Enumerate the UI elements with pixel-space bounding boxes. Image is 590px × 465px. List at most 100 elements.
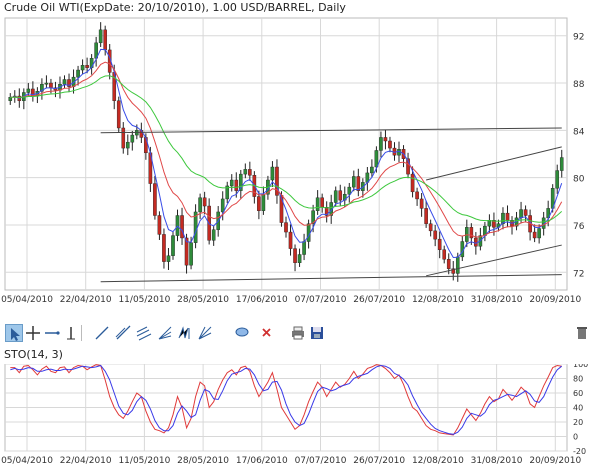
candle-body [320, 197, 324, 208]
candle-body [248, 169, 252, 176]
candle-body [189, 242, 193, 266]
candle-body [379, 137, 383, 151]
parallel-channel-icon[interactable] [135, 324, 153, 342]
candle-body [374, 150, 379, 168]
candle-body [157, 215, 162, 235]
stochastic-chart[interactable]: -20 0 20 40 60 80 100 05/04/2010 22/04/2010 11/05… [0, 364, 590, 465]
candle-body [125, 141, 130, 149]
candle-body [410, 173, 415, 193]
save-icon[interactable] [308, 324, 326, 342]
candle-body [433, 230, 437, 240]
x-tick-label: 17/06/2010 [236, 295, 288, 305]
osc-x-tick-label: 26/07/2010 [353, 456, 405, 465]
candle-body [270, 166, 275, 181]
osc-x-tick-label: 31/08/2010 [471, 456, 523, 465]
ray-line-icon[interactable] [114, 324, 132, 342]
price-chart[interactable]: 72 76 80 84 88 92 05/04/2010 22/04/2010 11/05/20… [0, 14, 590, 320]
y-tick-label: 76 [573, 222, 585, 232]
candle-body [44, 82, 49, 85]
y-tick-label: 88 [573, 80, 585, 90]
candle-body [469, 227, 474, 239]
candle-body [293, 248, 297, 263]
print-icon[interactable] [289, 324, 307, 342]
candle-body [442, 249, 447, 260]
osc-y-tick-label: 80 [573, 375, 583, 384]
candle-body [302, 241, 306, 255]
candle-body [284, 222, 288, 233]
x-tick-label: 12/08/2010 [412, 295, 464, 305]
candle-body [559, 157, 564, 171]
toolbar-separator [81, 325, 82, 341]
candle-body [424, 208, 428, 224]
candle-body [8, 97, 13, 101]
candle-body [202, 197, 207, 207]
osc-x-tick-label: 07/07/2010 [295, 456, 347, 465]
candle-body [144, 137, 148, 154]
y-tick-label: 84 [573, 127, 585, 137]
trend-line-icon[interactable] [93, 324, 111, 342]
candle-body [85, 65, 89, 68]
osc-y-tick-label: 0 [573, 433, 578, 442]
candle-body [76, 69, 80, 78]
candle-body [352, 176, 356, 188]
candle-body [338, 190, 343, 201]
candle-body [505, 212, 510, 221]
candle-body [523, 209, 528, 216]
candle-body [98, 29, 103, 44]
x-tick-label: 28/05/2010 [177, 295, 229, 305]
y-tick-label: 80 [573, 175, 585, 185]
horizontal-line-icon[interactable] [43, 324, 61, 342]
candle-body [162, 234, 166, 262]
candle-body [288, 231, 293, 249]
candle-body [415, 191, 419, 200]
osc-y-tick-label: 100 [573, 364, 588, 369]
candle-body [80, 65, 85, 71]
osc-x-tick-label: 20/09/2010 [529, 456, 581, 465]
candle-body [229, 179, 234, 187]
candle-body [333, 190, 338, 203]
candle-body [446, 259, 451, 269]
gann-fan-icon[interactable] [196, 324, 214, 342]
osc-x-tick-label: 12/08/2010 [412, 456, 464, 465]
plot-area [4, 17, 568, 291]
osc-y-tick-label: 40 [573, 404, 583, 413]
oscillator-title: STO(14, 3) [4, 348, 63, 361]
x-tick-label: 05/04/2010 [1, 295, 53, 305]
candle-body [62, 79, 67, 85]
candle-body [243, 169, 248, 175]
drawing-toolbar [5, 324, 590, 344]
candle-body [257, 196, 261, 211]
candle-body [49, 82, 53, 88]
x-tick-label: 07/07/2010 [295, 295, 347, 305]
candle-body [306, 223, 311, 242]
candle-body [315, 197, 320, 211]
vertical-line-icon[interactable] [62, 324, 80, 342]
candle-body [419, 198, 424, 209]
chart-title: Crude Oil WTI(ExpDate: 20/10/2010), 1.00… [4, 1, 346, 14]
crosshair-icon[interactable] [24, 324, 42, 342]
y-tick-label: 72 [573, 269, 584, 279]
candle-body [532, 231, 537, 239]
pointer-icon[interactable] [5, 324, 23, 342]
osc-x-tick-label: 11/05/2010 [118, 456, 170, 465]
candle-body [347, 186, 352, 195]
x-tick-label: 20/09/2010 [529, 295, 581, 305]
candle-body [103, 29, 107, 51]
andrews-pitchfork-icon[interactable] [176, 324, 194, 342]
candle-body [116, 100, 121, 129]
candle-body [211, 229, 216, 241]
comment-icon[interactable] [233, 324, 251, 342]
candle-body [537, 228, 541, 239]
candle-body [428, 223, 433, 232]
candle-body [519, 209, 523, 219]
candle-body [171, 235, 175, 256]
fibonacci-fan-icon[interactable] [156, 324, 174, 342]
candle-body [555, 170, 560, 189]
delete-object-icon[interactable] [258, 324, 276, 342]
candle-body [261, 194, 266, 211]
x-tick-label: 22/04/2010 [60, 295, 112, 305]
x-tick-label: 31/08/2010 [471, 295, 523, 305]
trash-icon[interactable] [573, 324, 590, 342]
candle-body [26, 88, 31, 93]
candle-body [455, 256, 460, 274]
